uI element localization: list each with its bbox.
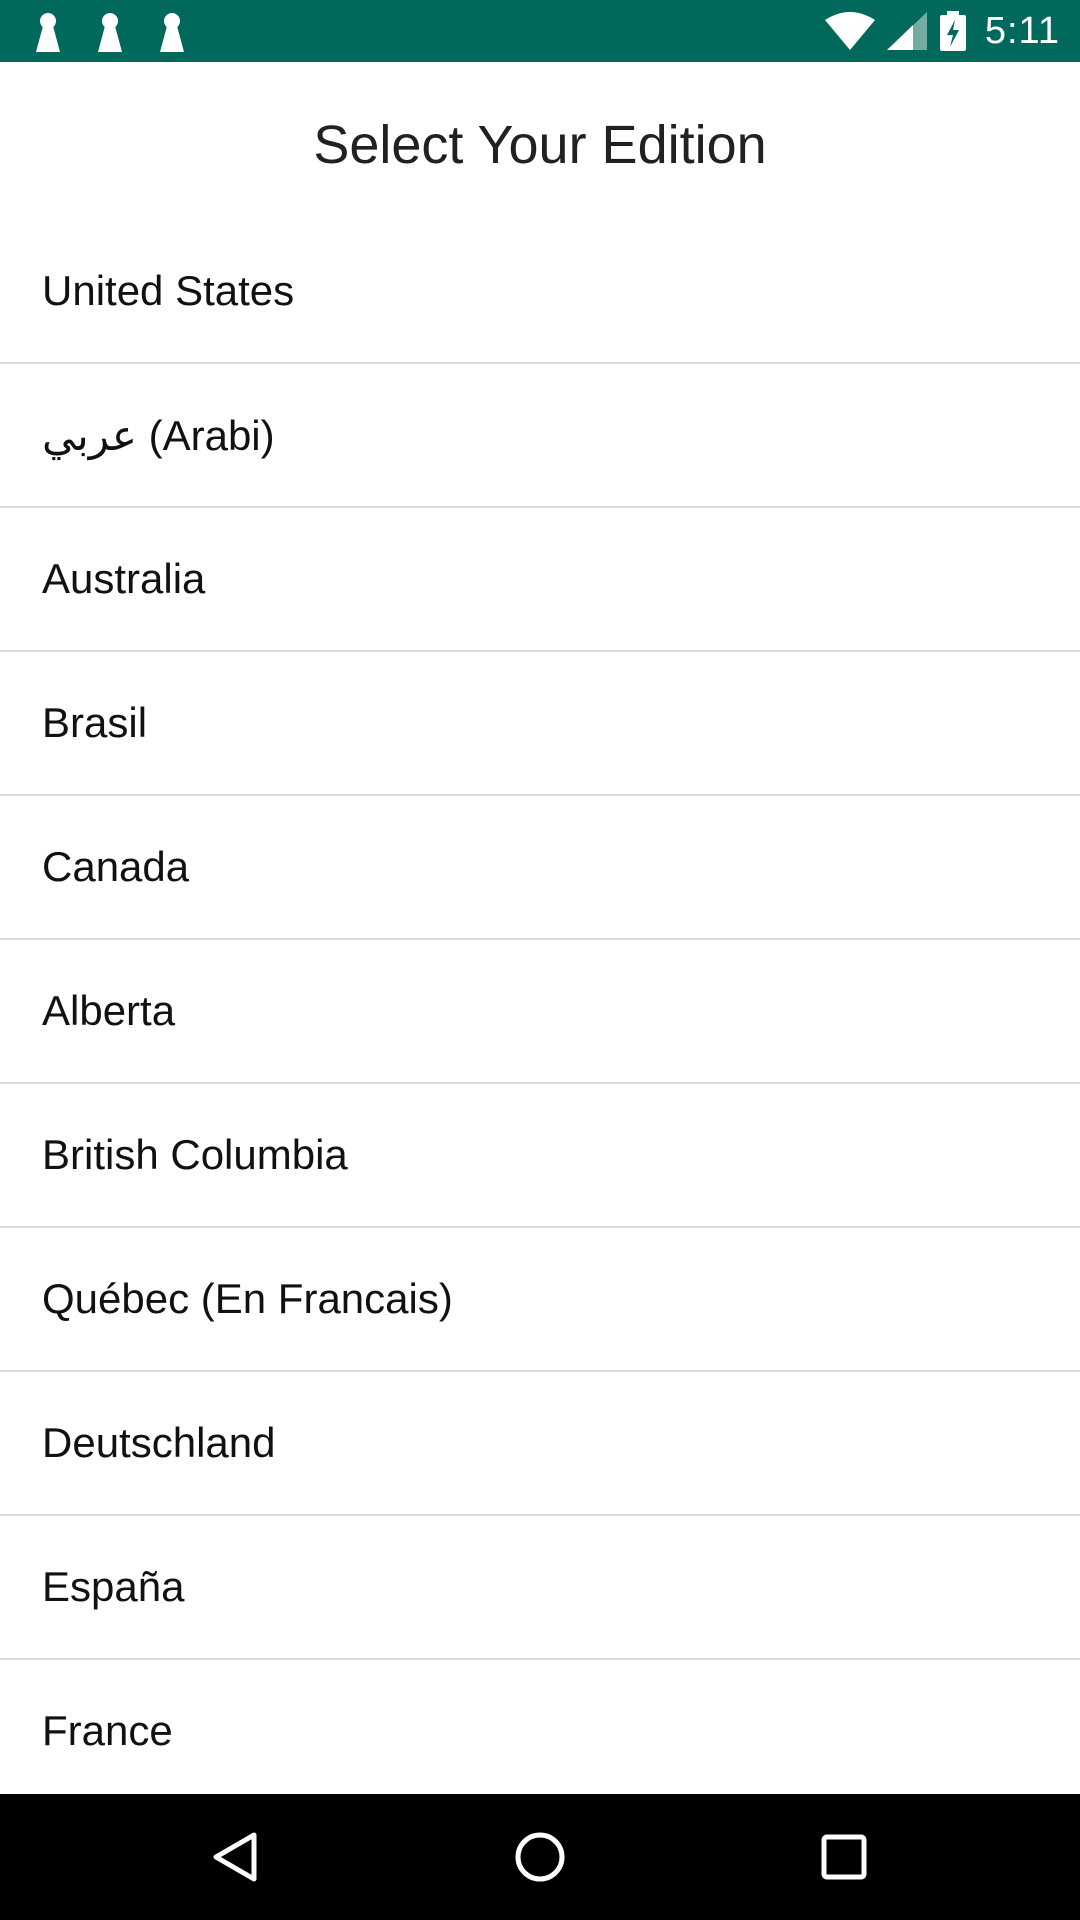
page-title: Select Your Edition <box>313 114 767 175</box>
list-item[interactable]: عربي (Arabi) <box>0 364 1080 508</box>
list-item[interactable]: United States <box>0 220 1080 364</box>
home-button[interactable] <box>480 1794 600 1920</box>
home-icon <box>515 1832 565 1882</box>
list-item[interactable]: Australia <box>0 508 1080 652</box>
cellular-signal-icon <box>886 12 927 50</box>
notification-icon <box>36 13 60 52</box>
notification-icon <box>160 13 184 52</box>
list-item[interactable]: España <box>0 1516 1080 1660</box>
recents-button[interactable] <box>784 1794 904 1920</box>
back-button[interactable] <box>176 1794 296 1920</box>
list-item[interactable]: British Columbia <box>0 1084 1080 1228</box>
navigation-bar <box>0 1794 1080 1920</box>
list-item[interactable]: Canada <box>0 796 1080 940</box>
battery-charging-icon <box>939 11 966 51</box>
list-item[interactable]: France <box>0 1660 1080 1794</box>
status-bar: 5:11 <box>0 0 1080 62</box>
status-time: 5:11 <box>984 9 1060 52</box>
recents-icon <box>821 1834 867 1880</box>
app-screen: 5:11 Select Your Edition United States ع… <box>0 0 1080 1920</box>
edition-list: United States عربي (Arabi) Australia Bra… <box>0 220 1080 1794</box>
list-item[interactable]: Alberta <box>0 940 1080 1084</box>
list-item[interactable]: Brasil <box>0 652 1080 796</box>
back-icon <box>213 1832 257 1882</box>
list-item[interactable]: Québec (En Francais) <box>0 1228 1080 1372</box>
status-indicators: 5:11 <box>824 0 1060 62</box>
notification-icons <box>34 12 186 52</box>
notification-icon <box>98 13 122 52</box>
list-item[interactable]: Deutschland <box>0 1372 1080 1516</box>
wifi-icon <box>824 12 875 50</box>
